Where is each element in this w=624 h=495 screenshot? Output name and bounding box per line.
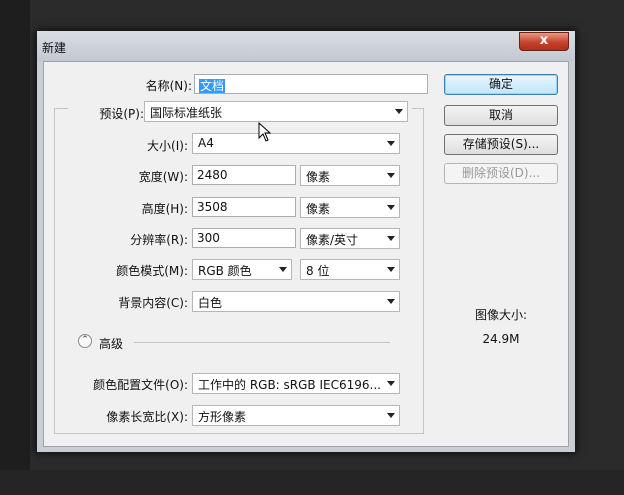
ok-button[interactable]: 确定 <box>444 74 558 95</box>
dialog-client-area: 名称(N): 文档 预设(P): 国际标准纸张 大小(I): A4 宽度(W):… <box>43 61 569 447</box>
profile-select[interactable]: 工作中的 RGB: sRGB IEC6196... <box>192 373 400 394</box>
pixel-aspect-value: 方形像素 <box>198 410 247 424</box>
pixel-aspect-label: 像素长宽比(X): <box>106 410 188 424</box>
advanced-divider <box>134 342 390 343</box>
chevron-down-icon <box>387 267 395 272</box>
close-icon: x <box>539 33 549 48</box>
resolution-value: 300 <box>197 231 220 245</box>
height-label: 高度(H): <box>141 202 188 216</box>
chevron-down-icon <box>387 381 395 386</box>
advanced-toggle-icon[interactable]: ⌃ <box>78 334 92 348</box>
close-button[interactable]: x <box>519 32 569 51</box>
new-document-dialog: 新建 x 名称(N): 文档 预设(P): 国际标准纸张 大小(I): A4 宽… <box>36 30 576 453</box>
profile-label: 颜色配置文件(O): <box>93 378 188 392</box>
size-label: 大小(I): <box>147 139 188 153</box>
window-title: 新建 <box>42 41 67 55</box>
color-mode-value: RGB 颜色 <box>198 264 252 278</box>
advanced-label[interactable]: 高级 <box>99 335 123 352</box>
width-unit-select[interactable]: 像素 <box>300 165 400 186</box>
preset-select[interactable]: 国际标准纸张 <box>144 101 408 122</box>
width-unit: 像素 <box>306 170 331 184</box>
chevron-down-icon <box>387 299 395 304</box>
resolution-unit-select[interactable]: 像素/英寸 <box>300 228 400 249</box>
name-value: 文档 <box>199 79 226 93</box>
height-unit-select[interactable]: 像素 <box>300 197 400 218</box>
image-size-label: 图像大小: <box>474 308 528 322</box>
cancel-button[interactable]: 取消 <box>444 105 558 126</box>
size-select[interactable]: A4 <box>192 133 400 154</box>
resolution-label: 分辨率(R): <box>130 233 188 247</box>
name-label: 名称(N): <box>145 79 192 93</box>
background-value: 白色 <box>198 296 223 310</box>
preset-value: 国际标准纸张 <box>150 106 223 120</box>
mouse-cursor-icon <box>258 122 272 142</box>
width-input[interactable]: 2480 <box>192 165 296 185</box>
background-label: 背景内容(C): <box>118 296 188 310</box>
size-value: A4 <box>198 136 214 150</box>
width-value: 2480 <box>197 168 228 182</box>
chevron-down-icon <box>387 173 395 178</box>
height-unit: 像素 <box>306 202 331 216</box>
color-mode-select[interactable]: RGB 颜色 <box>192 259 292 280</box>
preset-group-right <box>423 108 424 434</box>
save-preset-button[interactable]: 存储预设(S)... <box>444 134 558 155</box>
preset-group-bottom <box>54 433 424 434</box>
background-select[interactable]: 白色 <box>192 291 400 312</box>
color-mode-label: 颜色模式(M): <box>116 264 188 278</box>
delete-preset-button[interactable]: 删除预设(D)... <box>444 163 558 184</box>
height-value: 3508 <box>197 200 228 214</box>
background-left <box>0 0 30 495</box>
background-bottom <box>0 470 624 495</box>
title-bar[interactable]: 新建 x <box>37 31 575 61</box>
image-size-value: 24.9M <box>482 332 520 346</box>
pixel-aspect-select[interactable]: 方形像素 <box>192 405 400 426</box>
preset-label: 预设(P): <box>99 107 144 121</box>
width-label: 宽度(W): <box>138 170 188 184</box>
height-input[interactable]: 3508 <box>192 197 296 217</box>
chevron-down-icon <box>387 205 395 210</box>
resolution-input[interactable]: 300 <box>192 228 296 248</box>
chevron-down-icon <box>387 413 395 418</box>
bit-depth-select[interactable]: 8 位 <box>300 259 400 280</box>
chevron-down-icon <box>387 236 395 241</box>
bit-depth-value: 8 位 <box>306 264 330 278</box>
chevron-down-icon <box>395 109 403 114</box>
preset-group-left <box>54 108 55 434</box>
chevron-down-icon <box>279 267 287 272</box>
chevron-down-icon <box>387 141 395 146</box>
name-input[interactable]: 文档 <box>194 74 428 94</box>
resolution-unit: 像素/英寸 <box>306 233 359 247</box>
profile-value: 工作中的 RGB: sRGB IEC6196... <box>198 378 381 392</box>
preset-group-top-left <box>54 108 68 109</box>
